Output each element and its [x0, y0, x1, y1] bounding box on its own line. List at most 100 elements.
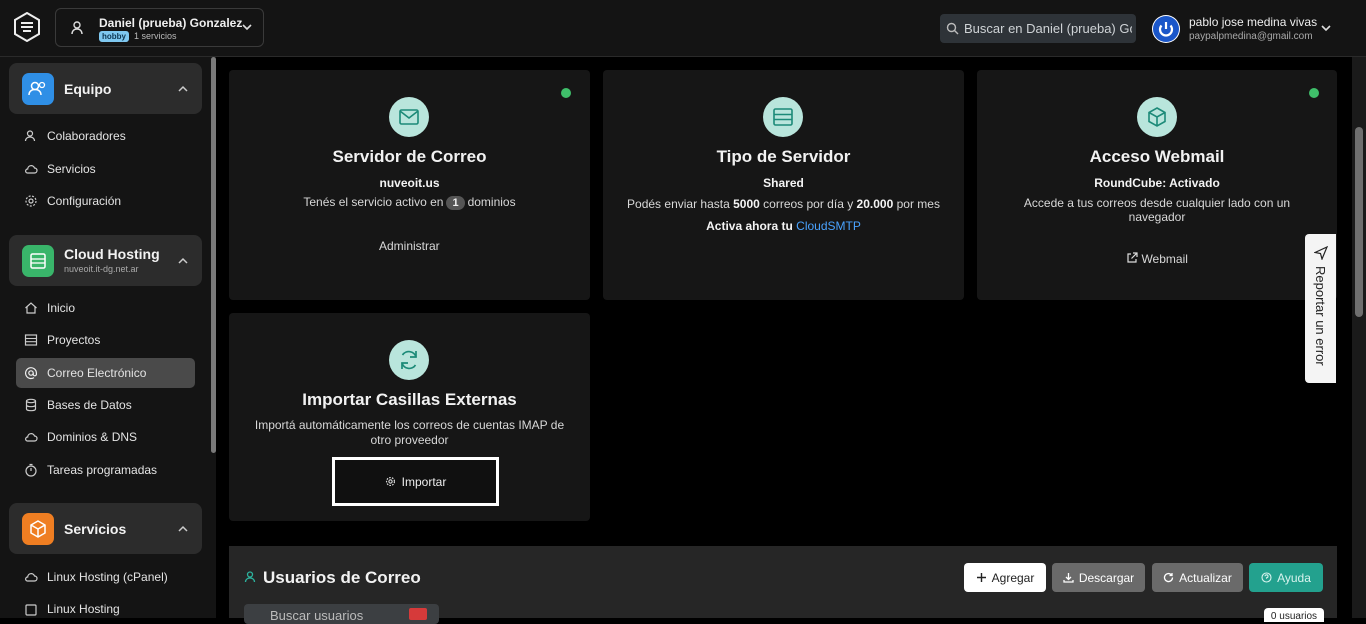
webmail-description: Accede a tus correos desde cualquier lad…	[1023, 196, 1291, 224]
limit-prefix: Podés enviar hasta	[627, 197, 730, 211]
download-icon	[1063, 573, 1074, 583]
chevron-up-icon	[178, 257, 188, 264]
mail-domain: nuveoit.us	[379, 176, 440, 190]
group-cloud-hosting[interactable]: Cloud Hosting nuveoit.it-dg.net.ar	[9, 235, 202, 286]
help-label: Ayuda	[1277, 570, 1311, 585]
webmail-link[interactable]: Webmail	[1117, 252, 1197, 266]
refresh-icon	[1164, 572, 1174, 583]
report-error-tab[interactable]: Reportar un error	[1305, 234, 1336, 383]
report-error-label: Reportar un error	[1313, 266, 1328, 366]
cloudsmtp-link[interactable]: CloudSMTP	[796, 219, 861, 233]
server-type-card: Tipo de Servidor Shared Podés enviar has…	[603, 70, 964, 300]
import-description: Importá automáticamente los correos de c…	[254, 418, 565, 447]
limit-per-day: 5000	[733, 197, 760, 211]
sidebar-item-inicio[interactable]: Inicio	[16, 293, 195, 323]
card-title: Importar Casillas Externas	[302, 390, 517, 409]
refresh-label: Actualizar	[1179, 570, 1232, 585]
active-suffix: dominios	[467, 195, 516, 209]
sidebar-item-label: Linux Hosting (cPanel)	[47, 570, 168, 584]
import-button-label: Importar	[401, 474, 447, 489]
sidebar-item-label: Tareas programadas	[47, 463, 158, 477]
help-button[interactable]: Ayuda	[1249, 563, 1323, 592]
logo-icon[interactable]	[12, 12, 42, 42]
active-prefix: Tenés el servicio activo en	[303, 195, 444, 209]
search-icon	[946, 22, 959, 35]
refresh-button[interactable]: Actualizar	[1152, 563, 1243, 592]
sidebar-item-servicios[interactable]: Servicios	[16, 154, 195, 184]
home-icon	[25, 302, 37, 314]
import-button[interactable]: Importar	[332, 457, 499, 506]
send-icon	[1314, 246, 1328, 260]
gear-icon	[385, 476, 395, 487]
chevron-up-icon	[178, 85, 188, 92]
scrollbar-thumb[interactable]	[1355, 127, 1363, 317]
add-label: Agregar	[991, 570, 1035, 585]
user-menu[interactable]: pablo jose medina vivas paypalpmedina@gm…	[1152, 13, 1352, 45]
box-icon	[22, 513, 54, 545]
add-user-button[interactable]: Agregar	[964, 563, 1046, 592]
sidebar-item-tareas[interactable]: Tareas programadas	[16, 455, 195, 485]
active-domains-text: Tenés el servicio activo en 1 dominios	[229, 195, 590, 210]
promo-prefix: Activa ahora tu	[706, 219, 793, 233]
mail-users-panel: Usuarios de Correo Agregar Descargar Act…	[229, 546, 1337, 624]
at-icon	[25, 367, 37, 380]
main-scrollbar[interactable]	[1352, 57, 1366, 618]
sidebar-item-proyectos[interactable]: Proyectos	[16, 325, 195, 355]
group-equipo[interactable]: Equipo	[9, 63, 202, 114]
webmail-link-label: Webmail	[1141, 252, 1188, 266]
sidebar-item-label: Dominios & DNS	[47, 430, 138, 444]
sidebar-item-colaboradores[interactable]: Colaboradores	[16, 121, 195, 151]
webmail-status: RoundCube: Activado	[1094, 176, 1220, 190]
sidebar-item-label: Inicio	[47, 301, 76, 315]
limit-mid: correos por día y	[763, 197, 854, 211]
sidebar-item-label: Colaboradores	[47, 129, 126, 143]
chevron-down-icon	[1321, 25, 1331, 32]
sidebar-item-label: Servicios	[47, 162, 96, 176]
sidebar-item-linux-hosting[interactable]: Linux Hosting	[16, 594, 195, 624]
power-icon	[1153, 16, 1179, 42]
search-input[interactable]	[964, 14, 1132, 43]
sidebar-item-bases-de-datos[interactable]: Bases de Datos	[16, 390, 195, 420]
users-count-badge: 0 usuarios	[1264, 608, 1324, 622]
help-icon	[1261, 572, 1272, 583]
team-icon	[22, 73, 54, 105]
download-label: Descargar	[1078, 570, 1135, 585]
sidebar-item-correo[interactable]: Correo Electrónico	[16, 358, 195, 388]
user-search-field[interactable]: Buscar usuarios	[244, 604, 439, 624]
download-button[interactable]: Descargar	[1052, 563, 1145, 592]
group-title: Cloud Hosting	[64, 246, 160, 262]
sidebar-item-configuracion[interactable]: Configuración	[16, 186, 195, 216]
limit-per-month: 20.000	[856, 197, 894, 211]
account-switcher[interactable]: Daniel (prueba) Gonzalez hobby 1 servici…	[55, 8, 264, 47]
mail-icon	[389, 97, 429, 137]
group-servicios[interactable]: Servicios	[9, 503, 202, 554]
sidebar-item-label: Correo Electrónico	[47, 366, 147, 380]
limit-suffix: por mes	[896, 197, 940, 211]
sidebar-item-dominios[interactable]: Dominios & DNS	[16, 422, 195, 452]
users-icon	[244, 571, 256, 583]
cloud-icon	[25, 433, 38, 442]
gear-icon	[25, 195, 37, 207]
send-limit-text: Podés enviar hasta 5000 correos por día …	[603, 197, 964, 211]
mail-server-card: Servidor de Correo nuveoit.us Tenés el s…	[229, 70, 590, 300]
timer-icon	[25, 463, 37, 477]
database-icon	[25, 398, 37, 412]
card-title: Acceso Webmail	[1089, 147, 1225, 166]
global-search[interactable]	[940, 14, 1136, 43]
avatar	[1152, 15, 1180, 43]
account-services-count: 1 servicios	[134, 31, 177, 41]
group-title: Servicios	[64, 521, 127, 537]
import-card: Importar Casillas Externas Importá autom…	[229, 313, 590, 521]
user-search-placeholder: Buscar usuarios	[270, 608, 364, 623]
chevron-down-icon	[242, 24, 252, 31]
webmail-card: Acceso Webmail RoundCube: Activado Acced…	[977, 70, 1337, 300]
team-icon	[71, 21, 83, 35]
administrar-link[interactable]: Administrar	[379, 239, 440, 253]
server-icon	[22, 245, 54, 277]
clear-search-icon[interactable]	[409, 608, 427, 620]
sidebar-item-linux-cpanel[interactable]: Linux Hosting (cPanel)	[16, 562, 195, 592]
section-title: Usuarios de Correo	[263, 568, 421, 587]
sidebar-item-label: Proyectos	[47, 333, 101, 347]
sidebar-scrollbar[interactable]	[211, 57, 216, 453]
list-icon	[24, 334, 38, 346]
